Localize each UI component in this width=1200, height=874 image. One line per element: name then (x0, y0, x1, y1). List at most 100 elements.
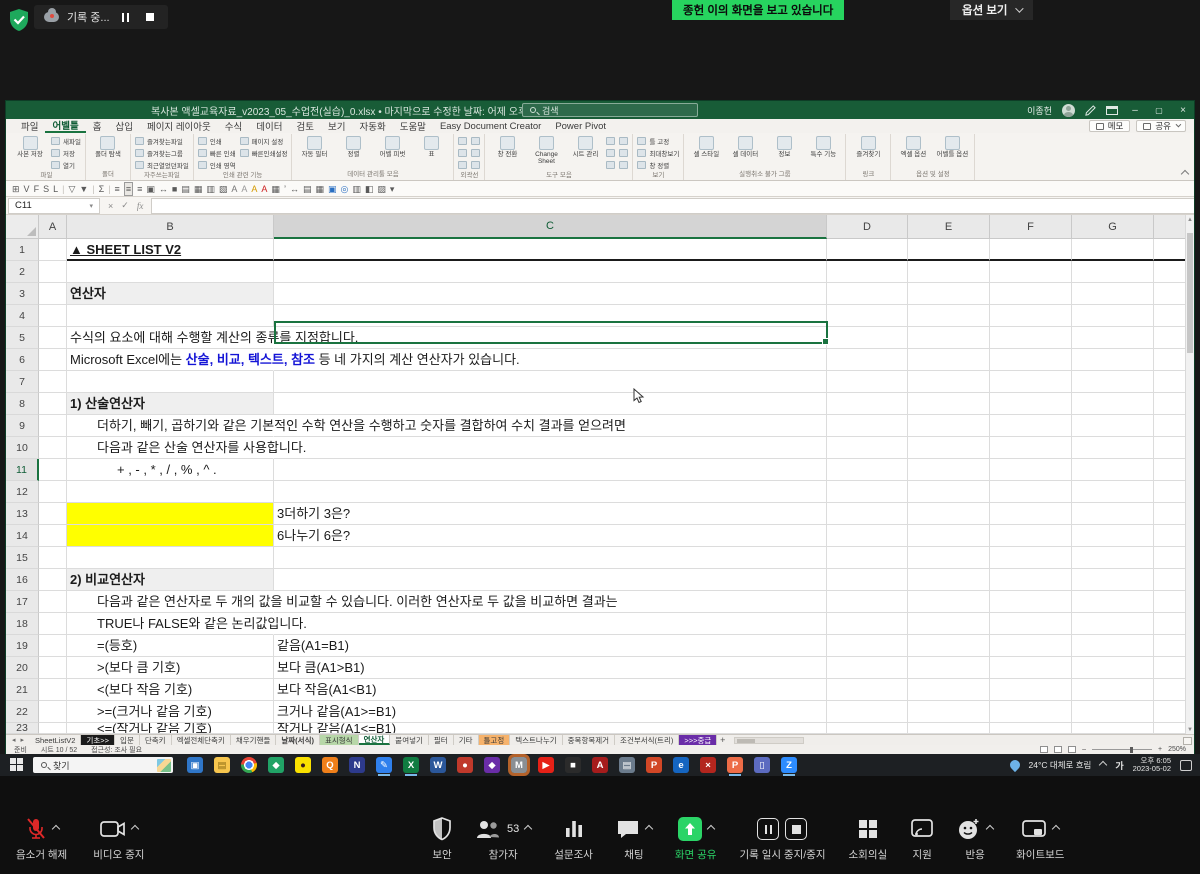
qat-icon-12[interactable]: ≡ (124, 182, 133, 196)
stop-recording-button[interactable] (142, 9, 158, 25)
cell-D16[interactable] (827, 569, 908, 591)
cell-B10[interactable]: 다음과 같은 산술 연산자를 사용합니다. (67, 437, 274, 459)
ribbon-button-icon[interactable] (606, 159, 615, 171)
ribbon-button-엑셀 옵션[interactable]: 엑셀 옵션 (895, 135, 931, 158)
cell-G21[interactable] (1072, 679, 1154, 701)
insert-function-icon[interactable]: fx (137, 201, 144, 211)
qat-icon-15[interactable]: ↔ (159, 183, 168, 195)
formula-input[interactable] (151, 198, 1194, 214)
cell-F17[interactable] (990, 591, 1072, 613)
cell-E22[interactable] (908, 701, 990, 723)
cell-B19[interactable]: =(등호) (67, 635, 274, 657)
ribbon-button-최대창보기[interactable]: 최대창보기 (637, 147, 679, 159)
cell-F4[interactable] (990, 305, 1072, 327)
cell-D1[interactable] (827, 239, 908, 261)
cell-C3[interactable] (274, 283, 827, 305)
row-header-21[interactable]: 21 (6, 679, 39, 701)
cell-H5[interactable] (1154, 327, 1187, 349)
row-header-14[interactable]: 14 (6, 525, 39, 547)
cell-C16[interactable] (274, 569, 827, 591)
qat-icon-1[interactable]: V (24, 183, 30, 195)
row-header-16[interactable]: 16 (6, 569, 39, 591)
sheet-tab-단축키[interactable]: 단축키 (140, 735, 172, 745)
cell-C8[interactable] (274, 393, 827, 415)
cell-F8[interactable] (990, 393, 1072, 415)
cell-D11[interactable] (827, 459, 908, 481)
cell-E15[interactable] (908, 547, 990, 569)
cell-D21[interactable] (827, 679, 908, 701)
cell-D4[interactable] (827, 305, 908, 327)
cell-F20[interactable] (990, 657, 1072, 679)
taskbar-app-naver-app[interactable]: N (349, 757, 365, 773)
cell-D13[interactable] (827, 503, 908, 525)
avatar[interactable] (1062, 104, 1075, 117)
cell-F7[interactable] (990, 371, 1072, 393)
show-hidden-icons-chevron[interactable] (1099, 761, 1107, 769)
cell-A8[interactable] (39, 393, 67, 415)
cell-G9[interactable] (1072, 415, 1154, 437)
ribbon-button-틀 고정[interactable]: 틀 고정 (637, 135, 679, 147)
row-header-13[interactable]: 13 (6, 503, 39, 525)
cell-F6[interactable] (990, 349, 1072, 371)
sheet-tab-조건부서식(트리)[interactable]: 조건부서식(트리) (615, 735, 679, 745)
ribbon-button-icon[interactable] (619, 135, 628, 147)
cell-D2[interactable] (827, 261, 908, 283)
sheet-tab-SheetListV2[interactable]: SheetListV2 (30, 735, 81, 745)
qat-icon-7[interactable]: ▼ (79, 183, 88, 195)
pause-recording-button[interactable] (118, 9, 134, 25)
ribbon-button-빠른인쇄설정[interactable]: 빠른인쇄설정 (240, 147, 288, 159)
ribbon-button-icon[interactable] (458, 135, 467, 147)
qat-icon-34[interactable]: ▨ (377, 183, 386, 195)
cell-A18[interactable] (39, 613, 67, 635)
ribbon-button-icon[interactable] (619, 147, 628, 159)
sheet-tab-중복항목제거[interactable]: 중복항목제거 (563, 735, 615, 745)
ribbon-button-icon[interactable] (471, 135, 480, 147)
qat-icon-3[interactable]: S (43, 183, 49, 195)
taskbar-app-pen-app[interactable]: ✎ (376, 757, 392, 773)
minimize-button[interactable]: – (1128, 105, 1142, 116)
sheet-tab-틀고정[interactable]: 틀고정 (479, 735, 511, 745)
cell-E5[interactable] (908, 327, 990, 349)
cell-F22[interactable] (990, 701, 1072, 723)
cell-E13[interactable] (908, 503, 990, 525)
cell-E6[interactable] (908, 349, 990, 371)
reactions-button[interactable]: 반응 (957, 816, 993, 862)
column-header-A[interactable]: A (39, 215, 67, 239)
taskbar-app-youtube[interactable]: ▶ (538, 757, 554, 773)
cell-B15[interactable] (67, 547, 274, 569)
taskbar-app-black-app[interactable]: ■ (565, 757, 581, 773)
cell-F10[interactable] (990, 437, 1072, 459)
cell-C13[interactable]: 3더하기 3은? (274, 503, 827, 525)
cell-A23[interactable] (39, 723, 67, 734)
ribbon-button-icon[interactable] (606, 147, 615, 159)
ribbon-tab-자동화[interactable]: 자동화 (352, 119, 392, 133)
cell-G16[interactable] (1072, 569, 1154, 591)
cell-H15[interactable] (1154, 547, 1187, 569)
ribbon-button-Change Sheet[interactable]: Change Sheet (528, 135, 564, 165)
cell-H6[interactable] (1154, 349, 1187, 371)
column-header-C[interactable]: C (274, 215, 827, 239)
accessibility-status[interactable]: 접근성: 조사 필요 (91, 745, 142, 755)
sheet-tab->>>중급[interactable]: >>>중급 (679, 735, 717, 745)
breakout-rooms-button[interactable]: 소회의실 (849, 816, 888, 862)
cell-B1[interactable]: ▲ SHEET LIST V2 (67, 239, 274, 261)
cell-B21[interactable]: <(보다 작음 기호) (67, 679, 274, 701)
cell-B14[interactable] (67, 525, 274, 547)
cell-G13[interactable] (1072, 503, 1154, 525)
cell-D6[interactable] (827, 349, 908, 371)
cell-B9[interactable]: 더하기, 빼기, 곱하기와 같은 기본적인 수학 연산을 수행하고 숫자를 결합… (67, 415, 274, 437)
qat-icon-20[interactable]: ▧ (219, 183, 228, 195)
cell-E16[interactable] (908, 569, 990, 591)
share-button[interactable]: 공유 (1136, 120, 1186, 132)
cell-F1[interactable] (990, 239, 1072, 261)
qat-icon-6[interactable]: ▽ (68, 183, 75, 195)
ribbon-tab-Power Pivot[interactable]: Power Pivot (548, 119, 613, 133)
cell-F9[interactable] (990, 415, 1072, 437)
qat-icon-11[interactable]: ≡ (115, 183, 120, 195)
support-button[interactable]: 지원 (910, 816, 934, 862)
excel-search-box[interactable]: 검색 (522, 103, 698, 117)
taskbar-app-powerpoint[interactable]: P (727, 757, 743, 773)
stop-video-button[interactable]: 비디오 중지 (93, 816, 144, 862)
cell-D14[interactable] (827, 525, 908, 547)
ribbon-button-최근열었던파일[interactable]: 최근열었던파일 (135, 159, 189, 171)
